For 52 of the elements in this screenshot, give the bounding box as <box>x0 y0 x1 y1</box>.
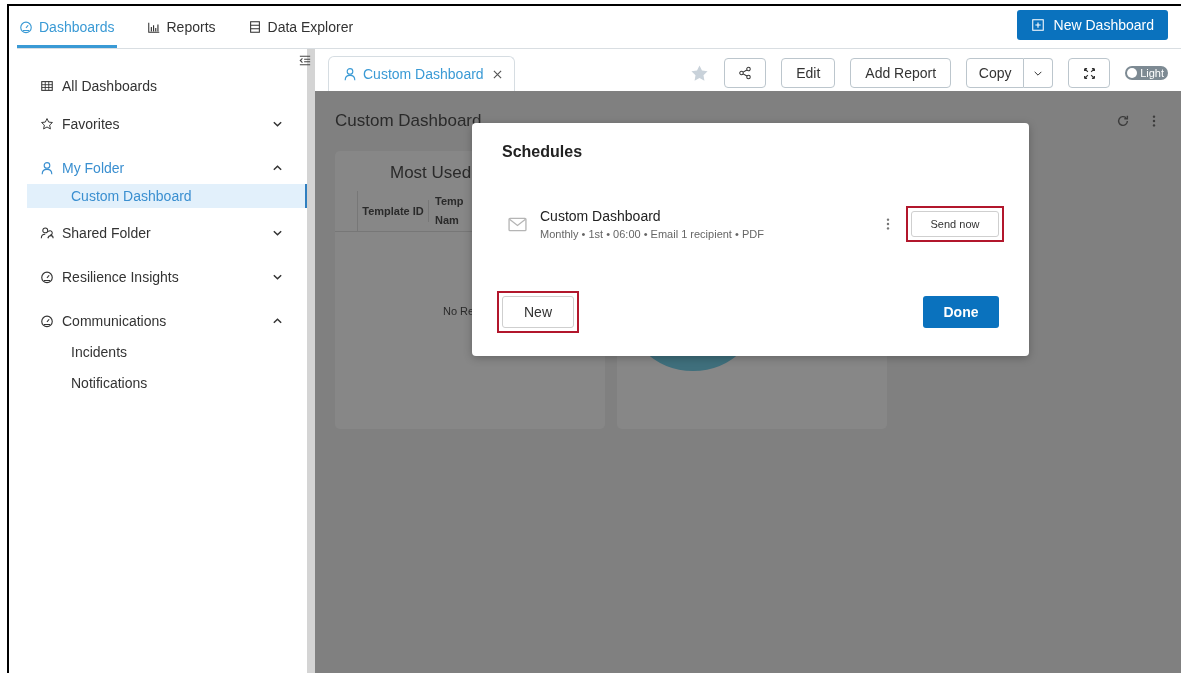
user-icon <box>343 67 357 81</box>
sidebar-subitem[interactable]: Incidents <box>27 340 307 364</box>
gauge-icon <box>40 314 54 328</box>
caret-icon <box>1033 69 1044 77</box>
share-button[interactable] <box>724 58 767 88</box>
nav-tab[interactable]: Reports <box>144 9 218 48</box>
mail-icon <box>508 216 527 232</box>
share-icon <box>738 66 753 80</box>
dialog-title: Schedules <box>502 143 584 161</box>
new-dashboard-button[interactable]: New Dashboard <box>1016 10 1168 40</box>
edit-button[interactable]: Edit <box>781 58 836 88</box>
fullscreen-button[interactable] <box>1068 58 1111 88</box>
sidebar-item[interactable]: My Folder <box>27 157 307 179</box>
sidebar-subitem[interactable]: Notifications <box>27 371 307 395</box>
close-icon[interactable] <box>492 69 502 79</box>
column-header: Template ID <box>358 200 429 222</box>
refresh-icon[interactable] <box>1116 114 1130 128</box>
gauge-icon <box>40 270 54 284</box>
column-header: Temp Nam <box>434 194 465 228</box>
chevron-down-icon <box>272 120 283 128</box>
gauge-icon <box>19 20 33 34</box>
favorite-star-icon[interactable] <box>690 63 710 83</box>
user-icon <box>40 161 54 175</box>
send-now-button[interactable]: Send now <box>911 211 999 237</box>
chevron-down-icon <box>272 229 283 237</box>
plus-icon <box>1030 18 1045 32</box>
copy-button[interactable]: Copy <box>966 58 1025 88</box>
grid-icon <box>40 79 54 93</box>
add-report-button[interactable]: Add Report <box>850 58 952 88</box>
users-icon <box>40 226 54 240</box>
star-icon <box>40 117 54 131</box>
more-options-icon[interactable] <box>1152 114 1156 128</box>
schedule-name: Custom Dashboard <box>540 208 662 224</box>
sidebar-item[interactable]: All Dashboards <box>27 75 307 97</box>
sidebar-item[interactable]: Resilience Insights <box>27 266 307 288</box>
schedule-details: Monthly • 1st • 06:00 • Email 1 recipient • PDF <box>540 228 765 240</box>
theme-toggle[interactable]: Light <box>1125 66 1168 80</box>
chevron-up-icon <box>272 164 283 172</box>
table-icon <box>247 20 262 34</box>
bar-chart-icon <box>146 20 161 34</box>
chevron-down-icon <box>272 273 283 281</box>
nav-tab[interactable]: Data Explorer <box>245 9 356 48</box>
chevron-up-icon <box>272 317 283 325</box>
collapse-sidebar-icon[interactable] <box>299 55 311 66</box>
new-button[interactable]: New <box>502 296 574 328</box>
sidebar-item[interactable]: Shared Folder <box>27 222 307 244</box>
sidebar-item[interactable]: Favorites <box>27 113 307 135</box>
more-options-icon[interactable] <box>886 217 890 231</box>
sidebar-item[interactable]: Communications <box>27 310 307 332</box>
done-button[interactable]: Done <box>923 296 999 328</box>
dashboard-title: Custom Dashboard <box>335 110 483 131</box>
fullscreen-icon <box>1082 66 1096 80</box>
